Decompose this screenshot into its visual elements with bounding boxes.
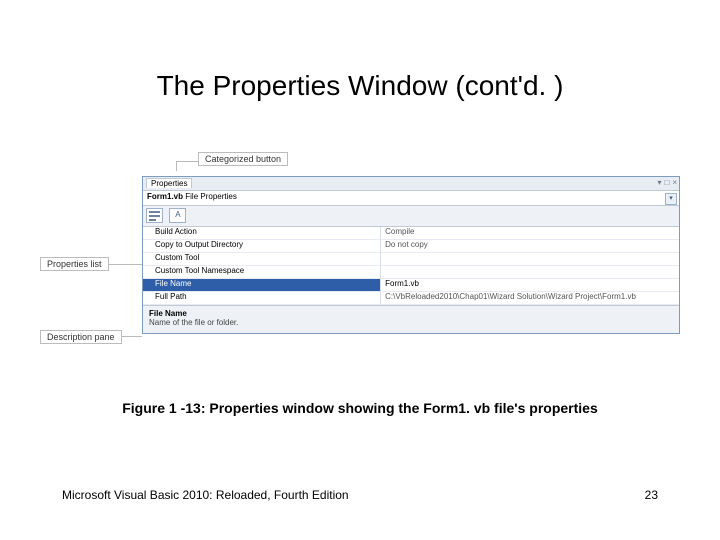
properties-window: Properties ▾□× Form1.vb File Properties … (142, 176, 680, 334)
chevron-down-icon[interactable]: ▾ (665, 193, 677, 205)
alphabetical-button[interactable]: A (169, 208, 186, 223)
table-row[interactable]: Custom Tool (143, 253, 679, 266)
connector (176, 161, 177, 171)
description-pane: File Name Name of the file or folder. (143, 305, 679, 333)
callout-proplist: Properties list (40, 257, 109, 271)
window-controls[interactable]: ▾□× (657, 178, 677, 187)
table-row[interactable]: Custom Tool Namespace (143, 266, 679, 279)
toolbar: A (143, 206, 679, 227)
categorized-button[interactable] (146, 208, 163, 223)
table-row-selected[interactable]: File NameForm1.vb (143, 279, 679, 292)
table-row[interactable]: Copy to Output DirectoryDo not copy (143, 240, 679, 253)
callout-descpane: Description pane (40, 330, 122, 344)
table-row[interactable]: Build ActionCompile (143, 227, 679, 240)
properties-tab[interactable]: Properties (146, 178, 192, 188)
page-number: 23 (645, 488, 658, 502)
page-title: The Properties Window (cont'd. ) (0, 70, 720, 102)
figure-caption: Figure 1 -13: Properties window showing … (0, 400, 720, 416)
footer-left: Microsoft Visual Basic 2010: Reloaded, F… (62, 488, 349, 502)
description-text: Name of the file or folder. (149, 318, 673, 327)
figure: Categorized button Object box Alphabetic… (60, 160, 680, 370)
object-box[interactable]: Form1.vb File Properties ▾ (143, 191, 679, 206)
properties-titlebar: Properties ▾□× (143, 177, 679, 191)
table-row[interactable]: Full PathC:\VbReloaded2010\Chap01\Wizard… (143, 292, 679, 305)
object-box-text: Form1.vb File Properties (147, 192, 237, 201)
description-name: File Name (149, 309, 673, 318)
connector (176, 161, 198, 162)
properties-grid: Build ActionCompile Copy to Output Direc… (143, 227, 679, 305)
callout-categorized: Categorized button (198, 152, 288, 166)
